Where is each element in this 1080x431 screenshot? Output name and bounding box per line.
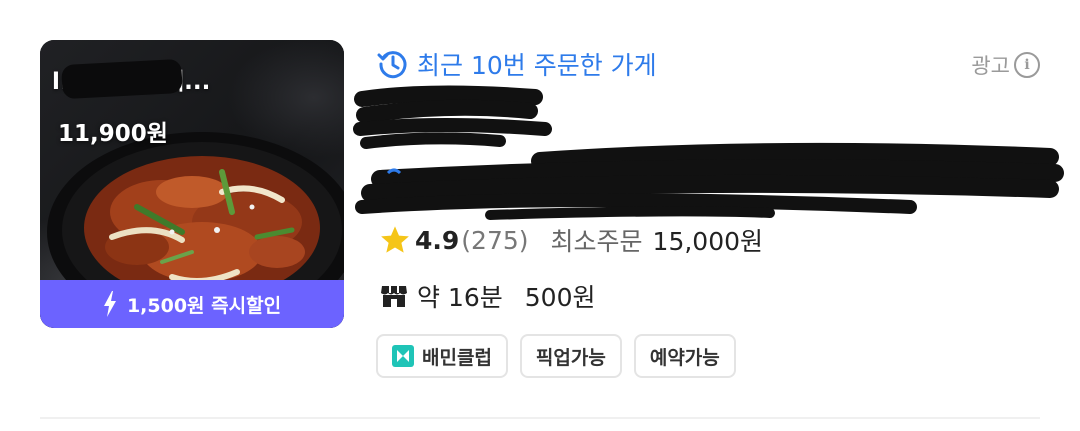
title-redaction: [61, 58, 183, 100]
recent-order-text: 최근 10번 주문한 가게: [417, 51, 657, 80]
menu-thumbnail[interactable]: l: ɜ」직화 제... 11,900원 1,500원 즉시할인: [40, 40, 344, 328]
divider: [40, 417, 1040, 419]
min-order-value: 15,000원: [652, 227, 764, 256]
redacted-store-info: [353, 85, 1064, 220]
instant-discount-bar: 1,500원 즉시할인: [40, 280, 344, 328]
clock-history-icon: [377, 51, 407, 79]
tag-baemin-club[interactable]: 배민클럽: [376, 334, 508, 378]
rating-score: 4.9: [415, 225, 460, 255]
review-count: (275): [461, 225, 529, 255]
ad-label[interactable]: 광고 i: [971, 50, 1040, 80]
star-icon: [381, 226, 409, 253]
tag-reservation[interactable]: 예약가능: [633, 334, 736, 378]
min-order-label: 최소주문: [550, 227, 643, 256]
tag-label: 픽업가능: [535, 346, 606, 369]
tag-pickup[interactable]: 픽업가능: [519, 334, 622, 378]
lightning-bolt-icon: [103, 291, 116, 317]
baemin-club-icon: [392, 345, 414, 367]
tag-label: 예약가능: [649, 346, 720, 369]
storefront-icon: [381, 286, 407, 307]
delivery-time: 약 16분: [417, 283, 503, 312]
store-tags: 배민클럽 픽업가능 예약가능: [376, 334, 736, 378]
recent-order-label: 최근 10번 주문한 가게: [377, 46, 657, 82]
discount-text: 1,500원 즉시할인: [126, 294, 282, 317]
delivery-row: 약 16분 500원: [379, 278, 595, 314]
tag-label: 배민클럽: [422, 346, 492, 369]
menu-price: 11,900원: [58, 121, 168, 147]
rating-row: 4.9 (275) 최소주문 15,000원: [379, 222, 763, 258]
info-icon[interactable]: i: [1014, 52, 1040, 78]
delivery-fee: 500원: [524, 283, 596, 312]
ad-text: 광고: [971, 54, 1010, 78]
